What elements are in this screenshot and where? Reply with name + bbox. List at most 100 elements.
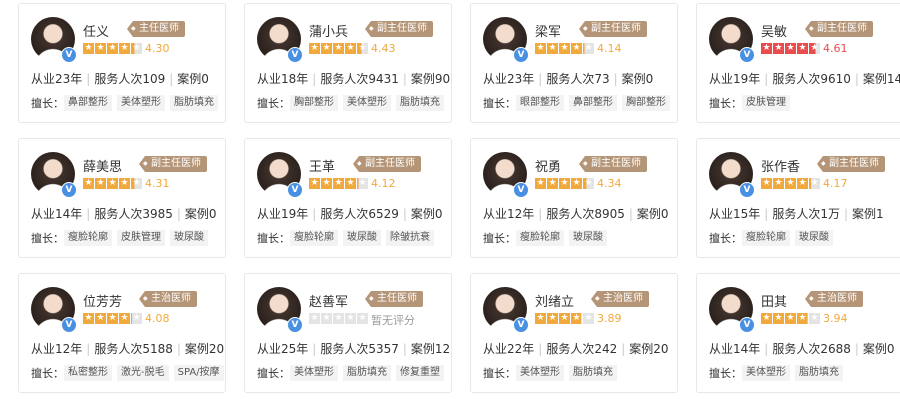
star-rating: ★ ★ ★ ★ ★ bbox=[83, 313, 142, 324]
star-icon: ★ bbox=[321, 43, 332, 54]
doctor-name[interactable]: 任义 bbox=[83, 21, 109, 40]
doctor-title-badge: 副主任医师 bbox=[139, 156, 207, 172]
skill-tag[interactable]: 激光-脱毛 bbox=[117, 365, 169, 381]
star-icon: ★ bbox=[785, 43, 796, 54]
skill-tag[interactable]: 除皱抗衰 bbox=[386, 230, 434, 246]
doctor-card[interactable]: V 位芳芳 主治医师 ★★★★★ 4.08 从业12年服务人次5188案例20 … bbox=[18, 273, 226, 393]
doctor-card[interactable]: V 王革 副主任医师 ★★★★★ 4.12 从业19年服务人次6529案例0 擅… bbox=[244, 138, 452, 258]
rating-score: 4.34 bbox=[597, 177, 622, 190]
doctor-avatar[interactable]: V bbox=[31, 287, 77, 333]
doctor-avatar[interactable]: V bbox=[257, 287, 303, 333]
doctor-name[interactable]: 位芳芳 bbox=[83, 291, 122, 310]
star-icon: ★ bbox=[547, 43, 558, 54]
doctor-avatar[interactable]: V bbox=[31, 17, 77, 63]
star-icon: ★ bbox=[797, 313, 808, 324]
skills-row: 擅长： 瘦脸轮廓 玻尿酸 bbox=[709, 230, 838, 246]
skill-tag[interactable]: 脂肪填充 bbox=[170, 95, 218, 111]
doctor-name[interactable]: 王革 bbox=[309, 156, 335, 175]
doctor-name[interactable]: 蒲小兵 bbox=[309, 21, 348, 40]
skills-row: 擅长： 皮肤管理 bbox=[709, 95, 795, 111]
skill-tag[interactable]: 美体塑形 bbox=[742, 365, 790, 381]
doctor-stats: 从业19年服务人次9610案例14 bbox=[709, 70, 900, 87]
case-count: 案例90 bbox=[399, 72, 450, 86]
skill-tag[interactable]: 玻尿酸 bbox=[170, 230, 208, 246]
doctor-name[interactable]: 刘绪立 bbox=[535, 291, 574, 310]
skills-row: 擅长： 美体塑形 脂肪填充 bbox=[483, 365, 622, 381]
experience-years: 从业18年 bbox=[257, 72, 309, 86]
skill-tag[interactable]: 玻尿酸 bbox=[343, 230, 381, 246]
doctor-avatar[interactable]: V bbox=[257, 17, 303, 63]
skill-tag[interactable]: 皮肤管理 bbox=[117, 230, 165, 246]
skill-tag[interactable]: 私密整形 bbox=[64, 365, 112, 381]
doctor-avatar[interactable]: V bbox=[483, 17, 529, 63]
doctor-avatar[interactable]: V bbox=[257, 152, 303, 198]
doctor-card[interactable]: V 梁军 副主任医师 ★★★★★ 4.14 从业23年服务人次73案例0 擅长：… bbox=[470, 3, 678, 123]
star-icon: ★ bbox=[535, 313, 546, 324]
star-icon: ★ bbox=[809, 178, 820, 189]
skill-tag[interactable]: 脂肪填充 bbox=[343, 365, 391, 381]
skills-row: 擅长： 私密整形 激光-脱毛 SPA/按摩 bbox=[31, 365, 229, 381]
skills-label: 擅长： bbox=[709, 97, 742, 110]
doctor-avatar[interactable]: V bbox=[483, 287, 529, 333]
doctor-avatar[interactable]: V bbox=[31, 152, 77, 198]
verified-icon: V bbox=[287, 47, 303, 63]
doctor-name[interactable]: 张作香 bbox=[761, 156, 800, 175]
verified-icon: V bbox=[287, 317, 303, 333]
skill-tag[interactable]: 美体塑形 bbox=[290, 365, 338, 381]
star-icon: ★ bbox=[309, 313, 320, 324]
skill-tag[interactable]: 胸部整形 bbox=[622, 95, 670, 111]
doctor-name[interactable]: 梁军 bbox=[535, 21, 561, 40]
skill-tag[interactable]: 瘦脸轮廓 bbox=[742, 230, 790, 246]
skill-tag[interactable]: 眼部整形 bbox=[516, 95, 564, 111]
skill-tag[interactable]: SPA/按摩 bbox=[173, 365, 224, 381]
skill-tag[interactable]: 瘦脸轮廓 bbox=[290, 230, 338, 246]
skill-tag[interactable]: 鼻部整形 bbox=[64, 95, 112, 111]
doctor-card[interactable]: V 刘绪立 主治医师 ★★★★★ 3.89 从业22年服务人次242案例20 擅… bbox=[470, 273, 678, 393]
doctor-name[interactable]: 吴敏 bbox=[761, 21, 787, 40]
experience-years: 从业19年 bbox=[709, 72, 761, 86]
skills-label: 擅长： bbox=[483, 367, 516, 380]
doctor-card[interactable]: V 任义 主任医师 ★★★★★ 4.30 从业23年服务人次109案例0 擅长：… bbox=[18, 3, 226, 123]
doctor-card[interactable]: V 蒲小兵 副主任医师 ★★★★★ 4.43 从业18年服务人次9431案例90… bbox=[244, 3, 452, 123]
doctor-card[interactable]: V 薛美思 副主任医师 ★★★★★ 4.31 从业14年服务人次3985案例0 … bbox=[18, 138, 226, 258]
verified-icon: V bbox=[61, 317, 77, 333]
doctor-avatar[interactable]: V bbox=[483, 152, 529, 198]
skill-tag[interactable]: 修复重塑 bbox=[396, 365, 444, 381]
star-rating: ★ ★ ★ ★ ★ bbox=[309, 313, 368, 324]
skill-tag[interactable]: 皮肤管理 bbox=[742, 95, 790, 111]
star-icon: ★ bbox=[333, 43, 344, 54]
skill-tag[interactable]: 美体塑形 bbox=[343, 95, 391, 111]
doctor-stats: 从业14年服务人次3985案例0 bbox=[31, 205, 217, 222]
skill-tag[interactable]: 胸部整形 bbox=[290, 95, 338, 111]
skill-tag[interactable]: 脂肪填充 bbox=[795, 365, 843, 381]
service-count: 服务人次9431 bbox=[308, 72, 399, 86]
skill-tag[interactable]: 脂肪填充 bbox=[569, 365, 617, 381]
skill-tag[interactable]: 瘦脸轮廓 bbox=[64, 230, 112, 246]
verified-icon: V bbox=[61, 47, 77, 63]
doctor-card[interactable]: V 田其 主治医师 ★★★★★ 3.94 从业14年服务人次2688案例0 擅长… bbox=[696, 273, 900, 393]
skill-tag[interactable]: 美体塑形 bbox=[117, 95, 165, 111]
service-count: 服务人次242 bbox=[534, 342, 617, 356]
doctor-name[interactable]: 赵善军 bbox=[309, 291, 348, 310]
skill-tag[interactable]: 瘦脸轮廓 bbox=[516, 230, 564, 246]
skill-tag[interactable]: 脂肪填充 bbox=[396, 95, 444, 111]
skill-tag[interactable]: 美体塑形 bbox=[516, 365, 564, 381]
doctor-name[interactable]: 薛美思 bbox=[83, 156, 122, 175]
doctor-avatar[interactable]: V bbox=[709, 152, 755, 198]
doctor-name[interactable]: 祝勇 bbox=[535, 156, 561, 175]
doctor-card[interactable]: V 张作香 副主任医师 ★★★★★ 4.17 从业15年服务人次1万案例1 擅长… bbox=[696, 138, 900, 258]
doctor-avatar[interactable]: V bbox=[709, 287, 755, 333]
doctor-avatar[interactable]: V bbox=[709, 17, 755, 63]
skill-tag[interactable]: 玻尿酸 bbox=[569, 230, 607, 246]
doctor-name[interactable]: 田其 bbox=[761, 291, 787, 310]
skill-tag[interactable]: 鼻部整形 bbox=[569, 95, 617, 111]
case-count: 案例0 bbox=[399, 207, 443, 221]
skill-tag[interactable]: 玻尿酸 bbox=[795, 230, 833, 246]
star-icon: ★ bbox=[345, 178, 356, 189]
doctor-card[interactable]: V 赵善军 主任医师 ★★★★★ 暂无评分 从业25年服务人次5357案例12 … bbox=[244, 273, 452, 393]
doctor-stats: 从业14年服务人次2688案例0 bbox=[709, 340, 895, 357]
star-icon: ★ bbox=[535, 178, 546, 189]
doctor-card[interactable]: V 吴敏 副主任医师 ★★★★★ 4.61 从业19年服务人次9610案例14 … bbox=[696, 3, 900, 123]
doctor-card[interactable]: V 祝勇 副主任医师 ★★★★★ 4.34 从业12年服务人次8905案例0 擅… bbox=[470, 138, 678, 258]
doctor-title-badge: 副主任医师 bbox=[353, 156, 421, 172]
